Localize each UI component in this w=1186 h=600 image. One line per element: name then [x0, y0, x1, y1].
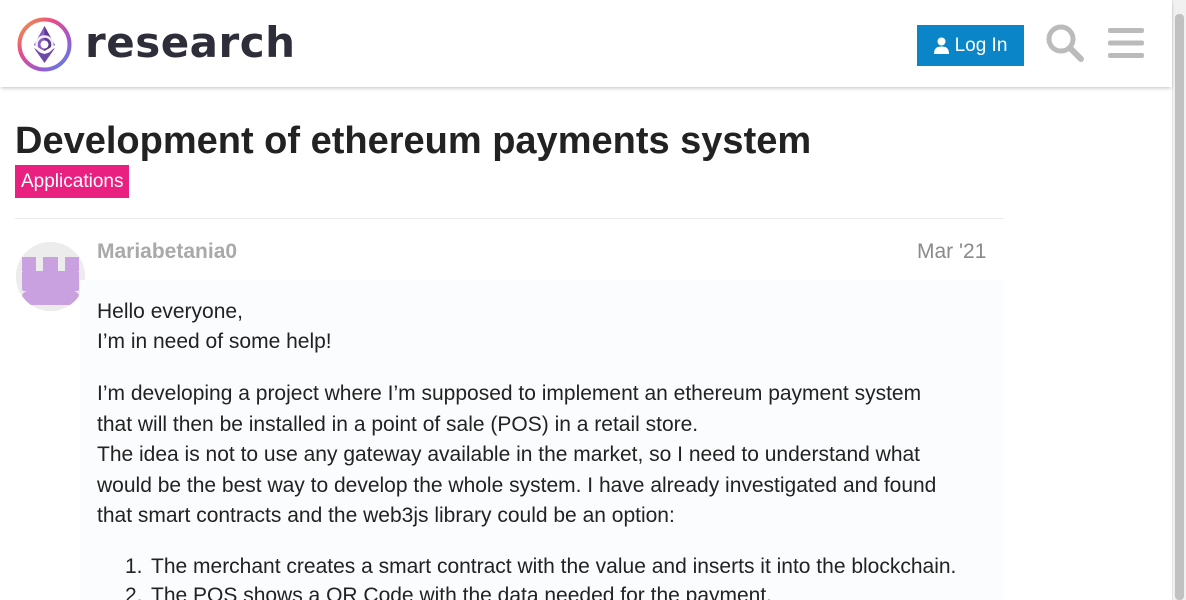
scrollbar-thumb[interactable] [1175, 14, 1184, 600]
post-paragraph: I’m in need of some help! [97, 330, 332, 353]
post-paragraph: Hello everyone, [97, 300, 243, 323]
hamburger-menu-icon[interactable] [1108, 27, 1144, 59]
list-item-number: 1. [125, 555, 143, 578]
topic-divider [15, 218, 1004, 219]
post-paragraph: The idea is not to use any gateway avail… [97, 443, 921, 466]
list-item: The merchant creates a smart contract wi… [151, 555, 957, 578]
page-scrollbar[interactable] [1172, 0, 1186, 600]
site-logo-text: research [85, 17, 296, 67]
avatar[interactable] [16, 242, 85, 311]
user-icon [933, 37, 949, 54]
post-author[interactable]: Mariabetania0 [97, 240, 237, 264]
post-paragraph: would be the best way to develop the who… [97, 474, 937, 497]
ethereum-research-logo-icon [17, 17, 72, 72]
list-item: The POS shows a QR Code with the data ne… [151, 584, 773, 600]
search-icon[interactable] [1045, 23, 1085, 63]
post-date[interactable]: Mar '21 [917, 240, 986, 264]
topic-title[interactable]: Development of ethereum payments system [15, 120, 811, 163]
login-button[interactable]: Log In [917, 25, 1024, 66]
site-header: research Log In [0, 0, 1172, 87]
category-badge[interactable]: Applications [15, 165, 130, 198]
post-paragraph: I’m developing a project where I’m suppo… [97, 382, 922, 405]
list-item-number: 2. [125, 584, 143, 600]
identicon-avatar-icon [16, 242, 85, 311]
post-paragraph: that smart contracts and the web3js libr… [97, 504, 675, 527]
post-body [80, 280, 1004, 600]
login-button-label: Log In [954, 34, 1008, 56]
post-paragraph: that will then be installed in a point o… [97, 413, 699, 436]
site-logo[interactable]: research [16, 16, 296, 73]
